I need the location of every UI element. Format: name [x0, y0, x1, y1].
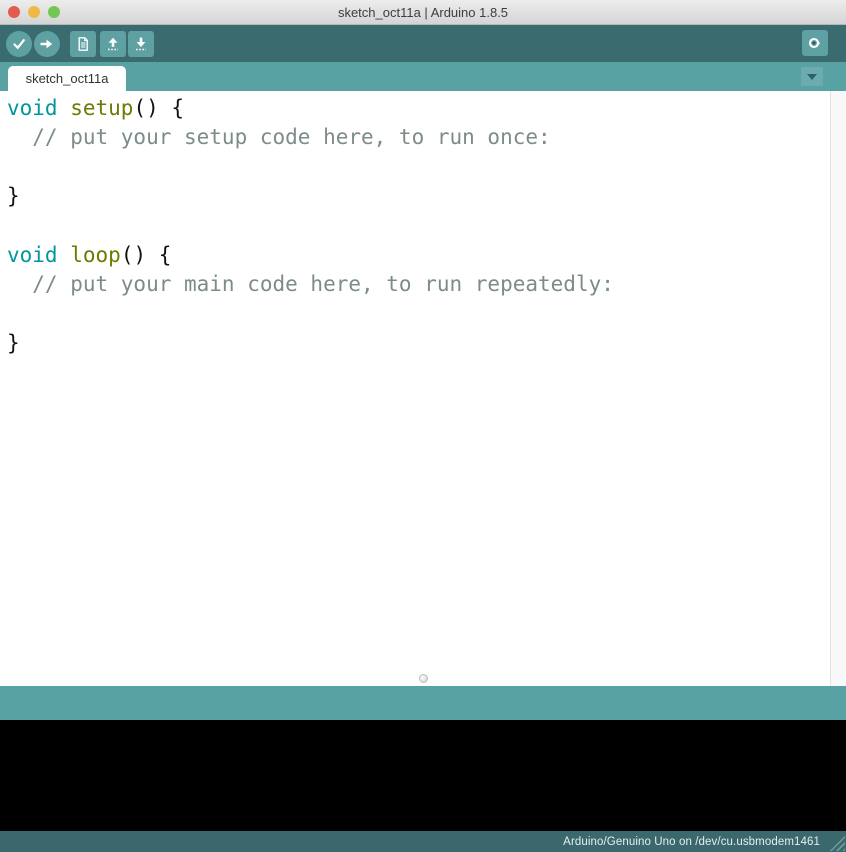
verify-button[interactable]: [6, 30, 32, 57]
console-output: [0, 720, 846, 831]
arrow-right-icon: [39, 36, 55, 52]
check-icon: [11, 36, 27, 52]
resize-grip[interactable]: [828, 834, 845, 851]
code-line: void setup() {: [7, 96, 185, 120]
document-icon: [75, 36, 91, 52]
tab-sketch-oct11a[interactable]: sketch_oct11a: [8, 66, 126, 91]
titlebar: sketch_oct11a | Arduino 1.8.5: [0, 0, 846, 25]
status-strip: [0, 686, 846, 720]
tab-strip: sketch_oct11a: [0, 62, 846, 91]
split-resize-handle[interactable]: [419, 674, 428, 683]
save-button[interactable]: [128, 30, 154, 57]
new-sketch-button[interactable]: [70, 30, 96, 57]
code-line: // put your main code here, to run repea…: [7, 272, 614, 297]
upload-button[interactable]: [34, 30, 60, 57]
window-title: sketch_oct11a | Arduino 1.8.5: [337, 4, 509, 20]
board-port-label: Arduino/Genuino Uno on /dev/cu.usbmodem1…: [563, 835, 820, 848]
code-line: void loop() {: [7, 243, 172, 268]
code-editor[interactable]: void setup() { // put your setup code he…: [0, 91, 846, 686]
bottom-status-bar: Arduino/Genuino Uno on /dev/cu.usbmodem1…: [0, 831, 846, 852]
arrow-up-icon: [105, 36, 121, 52]
zoom-button[interactable]: [48, 6, 60, 18]
serial-monitor-button[interactable]: [802, 30, 828, 56]
code-line: ​: [7, 153, 822, 182]
editor-scrollbar[interactable]: [830, 91, 846, 686]
code-line: ​: [7, 212, 822, 241]
tab-menu-button[interactable]: [801, 67, 823, 86]
close-button[interactable]: [8, 6, 20, 18]
arduino-ide-window: sketch_oct11a | Arduino 1.8.5 sketch_oct…: [0, 0, 846, 852]
traffic-lights: [8, 0, 60, 24]
magnifier-icon: [807, 35, 823, 51]
code-line: }: [7, 331, 20, 356]
code-line: ​: [7, 300, 822, 329]
code-content: void setup() { // put your setup code he…: [0, 91, 846, 359]
tab-label: sketch_oct11a: [25, 71, 109, 86]
minimize-button[interactable]: [28, 6, 40, 18]
open-button[interactable]: [100, 30, 126, 57]
arrow-down-icon: [133, 36, 149, 52]
code-line: // put your setup code here, to run once…: [7, 125, 551, 150]
code-line: }: [7, 184, 20, 209]
chevron-down-icon: [807, 73, 817, 80]
toolbar: [0, 25, 846, 62]
